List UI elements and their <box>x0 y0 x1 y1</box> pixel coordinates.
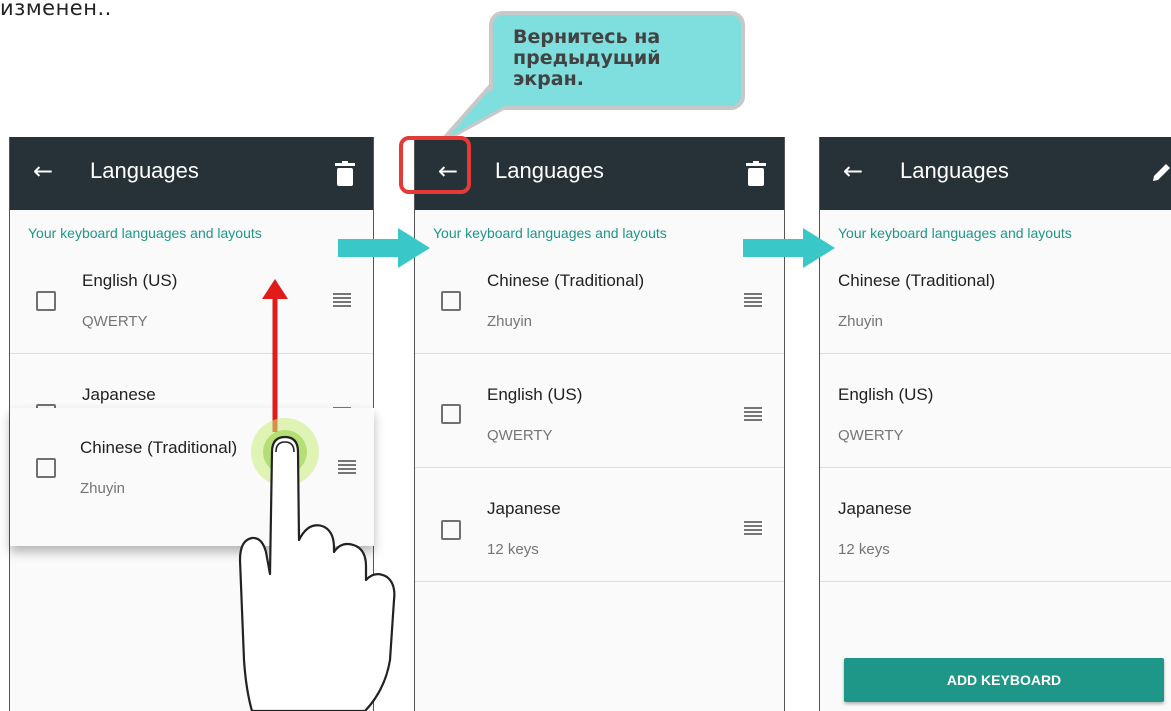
drag-handle-icon[interactable] <box>744 407 762 421</box>
pencil-icon[interactable] <box>1151 161 1171 183</box>
language-name: Chinese (Traditional) <box>487 271 645 290</box>
callout-text: Вернитесь на предыдущий экран. <box>513 26 661 90</box>
checkbox[interactable] <box>36 458 56 478</box>
list-item[interactable]: Chinese (Traditional) Zhuyin <box>820 240 1171 354</box>
caption-text: изменен.. <box>0 0 112 20</box>
trash-icon[interactable] <box>335 161 355 187</box>
drag-handle-icon[interactable] <box>744 293 762 307</box>
checkbox[interactable] <box>441 291 461 311</box>
checkbox[interactable] <box>36 291 56 311</box>
language-name: English (US) <box>82 271 178 290</box>
layout-name: 12 keys <box>487 541 539 558</box>
panel-final: ← Languages Your keyboard languages and … <box>819 137 1171 711</box>
arrow-left-icon[interactable]: ← <box>33 159 53 183</box>
language-name: English (US) <box>487 385 583 404</box>
section-header: Your keyboard languages and layouts <box>28 225 262 241</box>
toolbar: ← Languages <box>820 137 1171 210</box>
back-button-highlight <box>399 136 471 194</box>
list-item[interactable]: Japanese 12 keys <box>820 468 1171 582</box>
panel-after: ← Languages Your keyboard languages and … <box>414 137 785 711</box>
layout-name: 12 keys <box>838 541 890 558</box>
checkbox[interactable] <box>441 404 461 424</box>
list-item[interactable]: English (US) QWERTY <box>415 354 784 468</box>
language-name: English (US) <box>838 385 934 404</box>
language-name: Chinese (Traditional) <box>838 271 996 290</box>
drag-handle-icon[interactable] <box>744 521 762 535</box>
section-header: Your keyboard languages and layouts <box>838 225 1072 241</box>
section-header: Your keyboard languages and layouts <box>433 225 667 241</box>
language-name: Japanese <box>838 499 912 518</box>
list-item[interactable]: English (US) QWERTY <box>10 240 373 354</box>
list-item[interactable]: Japanese 12 keys <box>415 468 784 582</box>
toolbar-title: Languages <box>495 158 604 183</box>
trash-icon[interactable] <box>746 161 766 187</box>
layout-name: Zhuyin <box>838 313 884 330</box>
language-name: Japanese <box>82 385 156 404</box>
language-name: Japanese <box>487 499 561 518</box>
layout-name: QWERTY <box>487 427 553 444</box>
arrow-left-icon[interactable]: ← <box>843 159 863 183</box>
layout-name: Zhuyin <box>487 313 533 330</box>
checkbox[interactable] <box>441 520 461 540</box>
toolbar-title: Languages <box>90 158 199 183</box>
layout-name: QWERTY <box>82 313 148 330</box>
toolbar-title: Languages <box>900 158 1009 183</box>
dragged-list-item[interactable]: Chinese (Traditional) Zhuyin <box>10 408 374 546</box>
drag-handle-icon[interactable] <box>333 293 351 307</box>
toolbar: ← Languages <box>10 137 373 210</box>
language-name: Chinese (Traditional) <box>80 438 238 457</box>
list-item[interactable]: Chinese (Traditional) Zhuyin <box>415 240 784 354</box>
layout-name: Zhuyin <box>80 480 126 497</box>
drag-handle-icon[interactable] <box>338 460 356 474</box>
list-item[interactable]: English (US) QWERTY <box>820 354 1171 468</box>
layout-name: QWERTY <box>838 427 904 444</box>
callout-bubble: Вернитесь на предыдущий экран. <box>489 11 745 110</box>
add-keyboard-button[interactable]: ADD KEYBOARD <box>844 658 1164 702</box>
